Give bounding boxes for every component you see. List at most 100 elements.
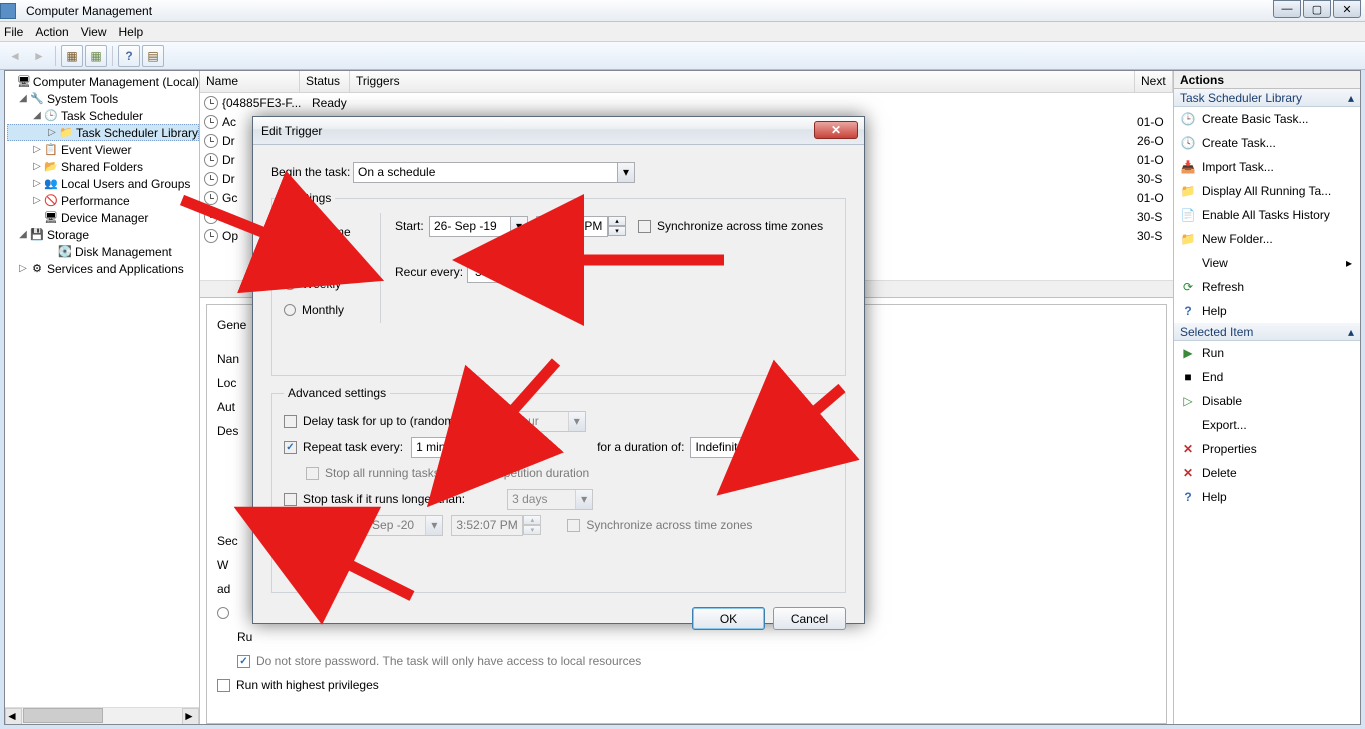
lbl-sync-tz: Synchronize across time zones xyxy=(657,219,823,233)
dialog-close-button[interactable]: ✕ xyxy=(814,121,858,139)
action-create-task[interactable]: 🕓Create Task... xyxy=(1174,131,1360,155)
delete-x-icon: ✕ xyxy=(1180,465,1196,481)
action-display-running[interactable]: 📁Display All Running Ta... xyxy=(1174,179,1360,203)
action-help2[interactable]: ?Help xyxy=(1174,485,1360,509)
menu-action[interactable]: Action xyxy=(35,25,68,39)
col-next[interactable]: Next xyxy=(1135,71,1173,92)
lbl-author: Aut xyxy=(217,400,235,414)
action-refresh[interactable]: ⟳Refresh xyxy=(1174,275,1360,299)
expire-date-picker: ▾ xyxy=(426,515,443,536)
lbl-when: W xyxy=(217,558,228,572)
action-end[interactable]: ■End xyxy=(1174,365,1360,389)
tree-task-scheduler[interactable]: ◢🕒Task Scheduler xyxy=(7,107,199,124)
action-view[interactable]: View▸ xyxy=(1174,251,1360,275)
combo-duration[interactable]: Indefinitely▾ xyxy=(690,437,776,458)
lbl-stop-if: Stop task if it runs longer than: xyxy=(303,492,465,506)
tree-event-viewer[interactable]: ▷📋Event Viewer xyxy=(7,141,199,158)
cancel-button[interactable]: Cancel xyxy=(773,607,846,630)
radio-monthly[interactable] xyxy=(284,304,296,316)
window-title: Computer Management xyxy=(20,4,152,18)
chk-highest[interactable] xyxy=(217,679,230,692)
actions-group-library[interactable]: Task Scheduler Library▴ xyxy=(1174,89,1360,107)
combo-stop-if: 3 days▾ xyxy=(507,489,593,510)
tree-shared-folders[interactable]: ▷📂Shared Folders xyxy=(7,158,199,175)
col-name[interactable]: Name xyxy=(200,71,300,92)
action-export[interactable]: Export... xyxy=(1174,413,1360,437)
task-row[interactable]: {04885FE3-F...Ready xyxy=(200,93,1173,112)
action-enable-history[interactable]: 📄Enable All Tasks History xyxy=(1174,203,1360,227)
radio-weekly[interactable] xyxy=(284,278,296,290)
import-icon: 📥 xyxy=(1180,159,1196,175)
chk-stop-if[interactable] xyxy=(284,493,297,506)
advanced-fieldset: Advanced settings Delay task for up to (… xyxy=(271,386,846,593)
refresh-icon: ⟳ xyxy=(1180,279,1196,295)
help-icon: ? xyxy=(1180,489,1196,505)
tree-device-manager[interactable]: 🖥Device Manager xyxy=(7,209,199,226)
actions-group-selected[interactable]: Selected Item▴ xyxy=(1174,323,1360,341)
folder-icon: 📁 xyxy=(1180,231,1196,247)
tree-task-scheduler-library[interactable]: ▷📁Task Scheduler Library xyxy=(7,124,199,141)
radio-run[interactable] xyxy=(217,607,229,619)
action-create-basic-task[interactable]: 🕒Create Basic Task... xyxy=(1174,107,1360,131)
help-button[interactable]: ? xyxy=(118,45,140,67)
input-start-time[interactable]: 2:48:21 PM xyxy=(536,216,608,237)
settings-fieldset: Settings One time Daily Weekly Monthly S… xyxy=(271,191,846,376)
radio-onetime[interactable] xyxy=(284,226,296,238)
action-new-folder[interactable]: 📁New Folder... xyxy=(1174,227,1360,251)
lbl-begin-task: Begin the task: xyxy=(271,165,353,179)
maximize-button[interactable]: ▢ xyxy=(1303,0,1331,18)
tree-performance[interactable]: ▷🚫Performance xyxy=(7,192,199,209)
menu-view[interactable]: View xyxy=(81,25,107,39)
chk-sync-tz[interactable] xyxy=(638,220,651,233)
dialog-titlebar[interactable]: Edit Trigger ✕ xyxy=(253,117,864,145)
input-recur[interactable]: 365 xyxy=(467,262,503,283)
wizard-icon: 🕒 xyxy=(1180,111,1196,127)
ok-button[interactable]: OK xyxy=(692,607,765,630)
menu-help[interactable]: Help xyxy=(119,25,144,39)
forward-button: ► xyxy=(28,45,50,67)
settings-legend: Settings xyxy=(284,191,335,205)
clock-icon xyxy=(204,134,218,148)
combo-begin-task[interactable]: On a schedule▾ xyxy=(353,162,635,183)
toolbar-btn-1[interactable]: ▦ xyxy=(61,45,83,67)
chk-enabled[interactable] xyxy=(284,561,297,574)
tree-hscroll[interactable]: ◄► xyxy=(5,707,199,724)
action-run[interactable]: ▶Run xyxy=(1174,341,1360,365)
running-icon: 📁 xyxy=(1180,183,1196,199)
lbl-account: ad xyxy=(217,582,230,596)
lbl-location: Loc xyxy=(217,376,236,390)
chk-expire[interactable] xyxy=(284,519,297,532)
action-properties[interactable]: ✕Properties xyxy=(1174,437,1360,461)
col-status[interactable]: Status xyxy=(300,71,350,92)
chevron-down-icon: ▾ xyxy=(617,163,634,182)
tree-storage[interactable]: ◢💾Storage xyxy=(7,226,199,243)
lbl-stop-all: Stop all running tasks at end of repetit… xyxy=(325,466,589,480)
tree-local-users[interactable]: ▷👥Local Users and Groups xyxy=(7,175,199,192)
action-help[interactable]: ?Help xyxy=(1174,299,1360,323)
menu-file[interactable]: File xyxy=(4,25,23,39)
action-import-task[interactable]: 📥Import Task... xyxy=(1174,155,1360,179)
combo-repeat[interactable]: 1 minute▾ xyxy=(411,437,497,458)
clock-icon xyxy=(204,96,218,110)
action-delete[interactable]: ✕Delete xyxy=(1174,461,1360,485)
close-button[interactable]: ✕ xyxy=(1333,0,1361,18)
tree-system-tools[interactable]: ◢🔧System Tools xyxy=(7,90,199,107)
toolbar-btn-2[interactable]: ▦ xyxy=(85,45,107,67)
time-spinner[interactable]: ▴▾ xyxy=(608,216,626,236)
lbl-highest: Run with highest privileges xyxy=(236,678,379,692)
toolbar-divider xyxy=(55,46,56,66)
col-triggers[interactable]: Triggers xyxy=(350,71,1135,92)
chk-repeat[interactable] xyxy=(284,441,297,454)
toolbar-btn-3[interactable]: ▤ xyxy=(142,45,164,67)
lbl-description: Des xyxy=(217,424,238,438)
minimize-button[interactable]: — xyxy=(1273,0,1301,18)
tree-disk-management[interactable]: 💽Disk Management xyxy=(7,243,199,260)
chk-delay[interactable] xyxy=(284,415,297,428)
radio-daily[interactable] xyxy=(284,252,296,264)
tree-root[interactable]: 🖥Computer Management (Local) xyxy=(7,73,199,90)
tree-services-apps[interactable]: ▷⚙Services and Applications xyxy=(7,260,199,277)
end-icon: ■ xyxy=(1180,369,1196,385)
start-date-picker[interactable]: ▾ xyxy=(511,216,528,237)
action-disable[interactable]: ▷Disable xyxy=(1174,389,1360,413)
input-start-date[interactable]: 26- Sep -19 xyxy=(429,216,511,237)
